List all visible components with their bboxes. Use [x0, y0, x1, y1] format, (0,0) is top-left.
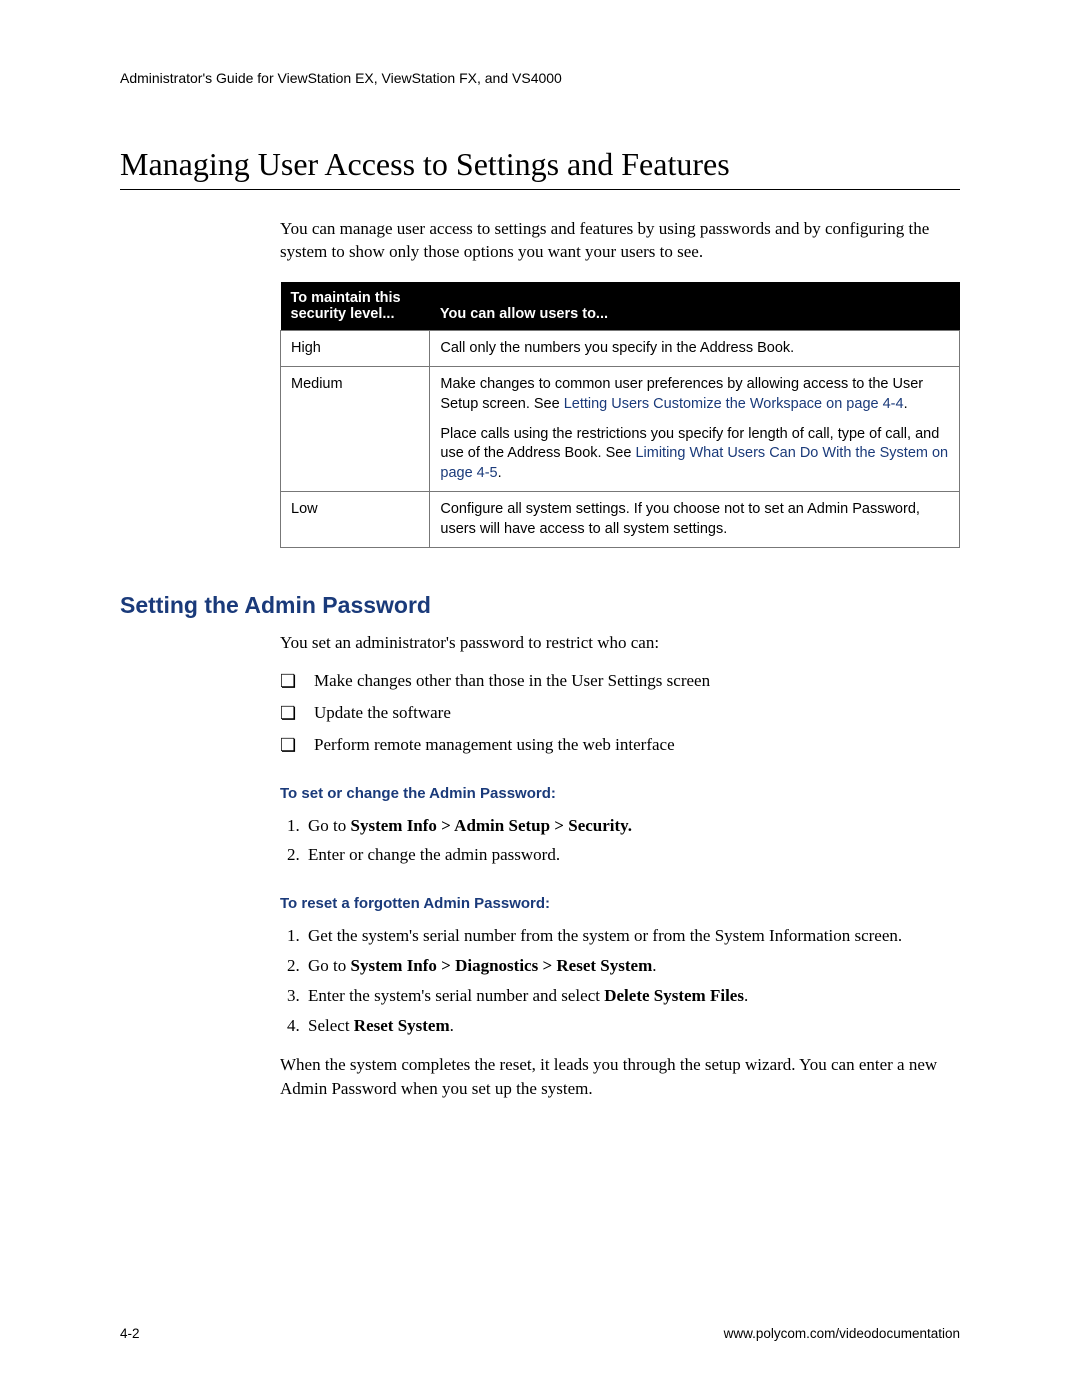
level-cell: Low [281, 492, 430, 548]
procedure-heading-set: To set or change the Admin Password: [280, 783, 960, 804]
procedure-heading-reset: To reset a forgotten Admin Password: [280, 893, 960, 914]
allow-cell: Configure all system settings. If you ch… [430, 492, 960, 548]
text-fragment: . [744, 986, 748, 1005]
level-cell: Medium [281, 367, 430, 492]
text-fragment: . [498, 465, 502, 481]
allow-cell: Make changes to common user preferences … [430, 367, 960, 492]
section-body: You set an administrator's password to r… [280, 631, 960, 1101]
running-header: Administrator's Guide for ViewStation EX… [120, 70, 960, 86]
text-fragment: Go to [308, 816, 351, 835]
text-fragment: Select [308, 1016, 354, 1035]
step: Go to System Info > Admin Setup > Securi… [304, 814, 960, 838]
step: Enter or change the admin password. [304, 843, 960, 867]
section-heading-admin-password: Setting the Admin Password [120, 592, 960, 619]
text-fragment: . [450, 1016, 454, 1035]
steps-reset-password: Get the system's serial number from the … [280, 924, 960, 1037]
lead-text: You set an administrator's password to r… [280, 631, 960, 655]
text-fragment: Go to [308, 956, 351, 975]
page-footer: 4-2 www.polycom.com/videodocumentation [120, 1326, 960, 1341]
page-number: 4-2 [120, 1326, 140, 1341]
text-fragment: . [652, 956, 656, 975]
step: Enter the system's serial number and sel… [304, 984, 960, 1008]
menu-path: System Info > Admin Setup > Security. [351, 816, 633, 835]
list-item: Update the software [280, 701, 960, 725]
table-header-allow: You can allow users to... [430, 282, 960, 331]
intro-paragraph: You can manage user access to settings a… [280, 218, 960, 264]
document-page: Administrator's Guide for ViewStation EX… [0, 0, 1080, 1178]
table-row: Medium Make changes to common user prefe… [281, 367, 960, 492]
text-fragment: . [904, 396, 908, 412]
table-row: High Call only the numbers you specify i… [281, 330, 960, 367]
link-customize-workspace[interactable]: Letting Users Customize the Workspace on… [564, 396, 904, 412]
steps-set-password: Go to System Info > Admin Setup > Securi… [280, 814, 960, 868]
step: Go to System Info > Diagnostics > Reset … [304, 954, 960, 978]
ui-label: Delete System Files [604, 986, 744, 1005]
menu-path: System Info > Diagnostics > Reset System [351, 956, 653, 975]
restrict-list: Make changes other than those in the Use… [280, 669, 960, 756]
step: Get the system's serial number from the … [304, 924, 960, 948]
closing-paragraph: When the system completes the reset, it … [280, 1053, 960, 1101]
footer-url: www.polycom.com/videodocumentation [724, 1326, 960, 1341]
table-header-level: To maintain this security level... [281, 282, 430, 331]
list-item: Make changes other than those in the Use… [280, 669, 960, 693]
page-title: Managing User Access to Settings and Fea… [120, 146, 960, 190]
table-row: Low Configure all system settings. If yo… [281, 492, 960, 548]
level-cell: High [281, 330, 430, 367]
allow-cell: Call only the numbers you specify in the… [430, 330, 960, 367]
ui-label: Reset System [354, 1016, 450, 1035]
text-fragment: Enter the system's serial number and sel… [308, 986, 604, 1005]
security-table: To maintain this security level... You c… [280, 282, 960, 549]
list-item: Perform remote management using the web … [280, 733, 960, 757]
step: Select Reset System. [304, 1014, 960, 1038]
